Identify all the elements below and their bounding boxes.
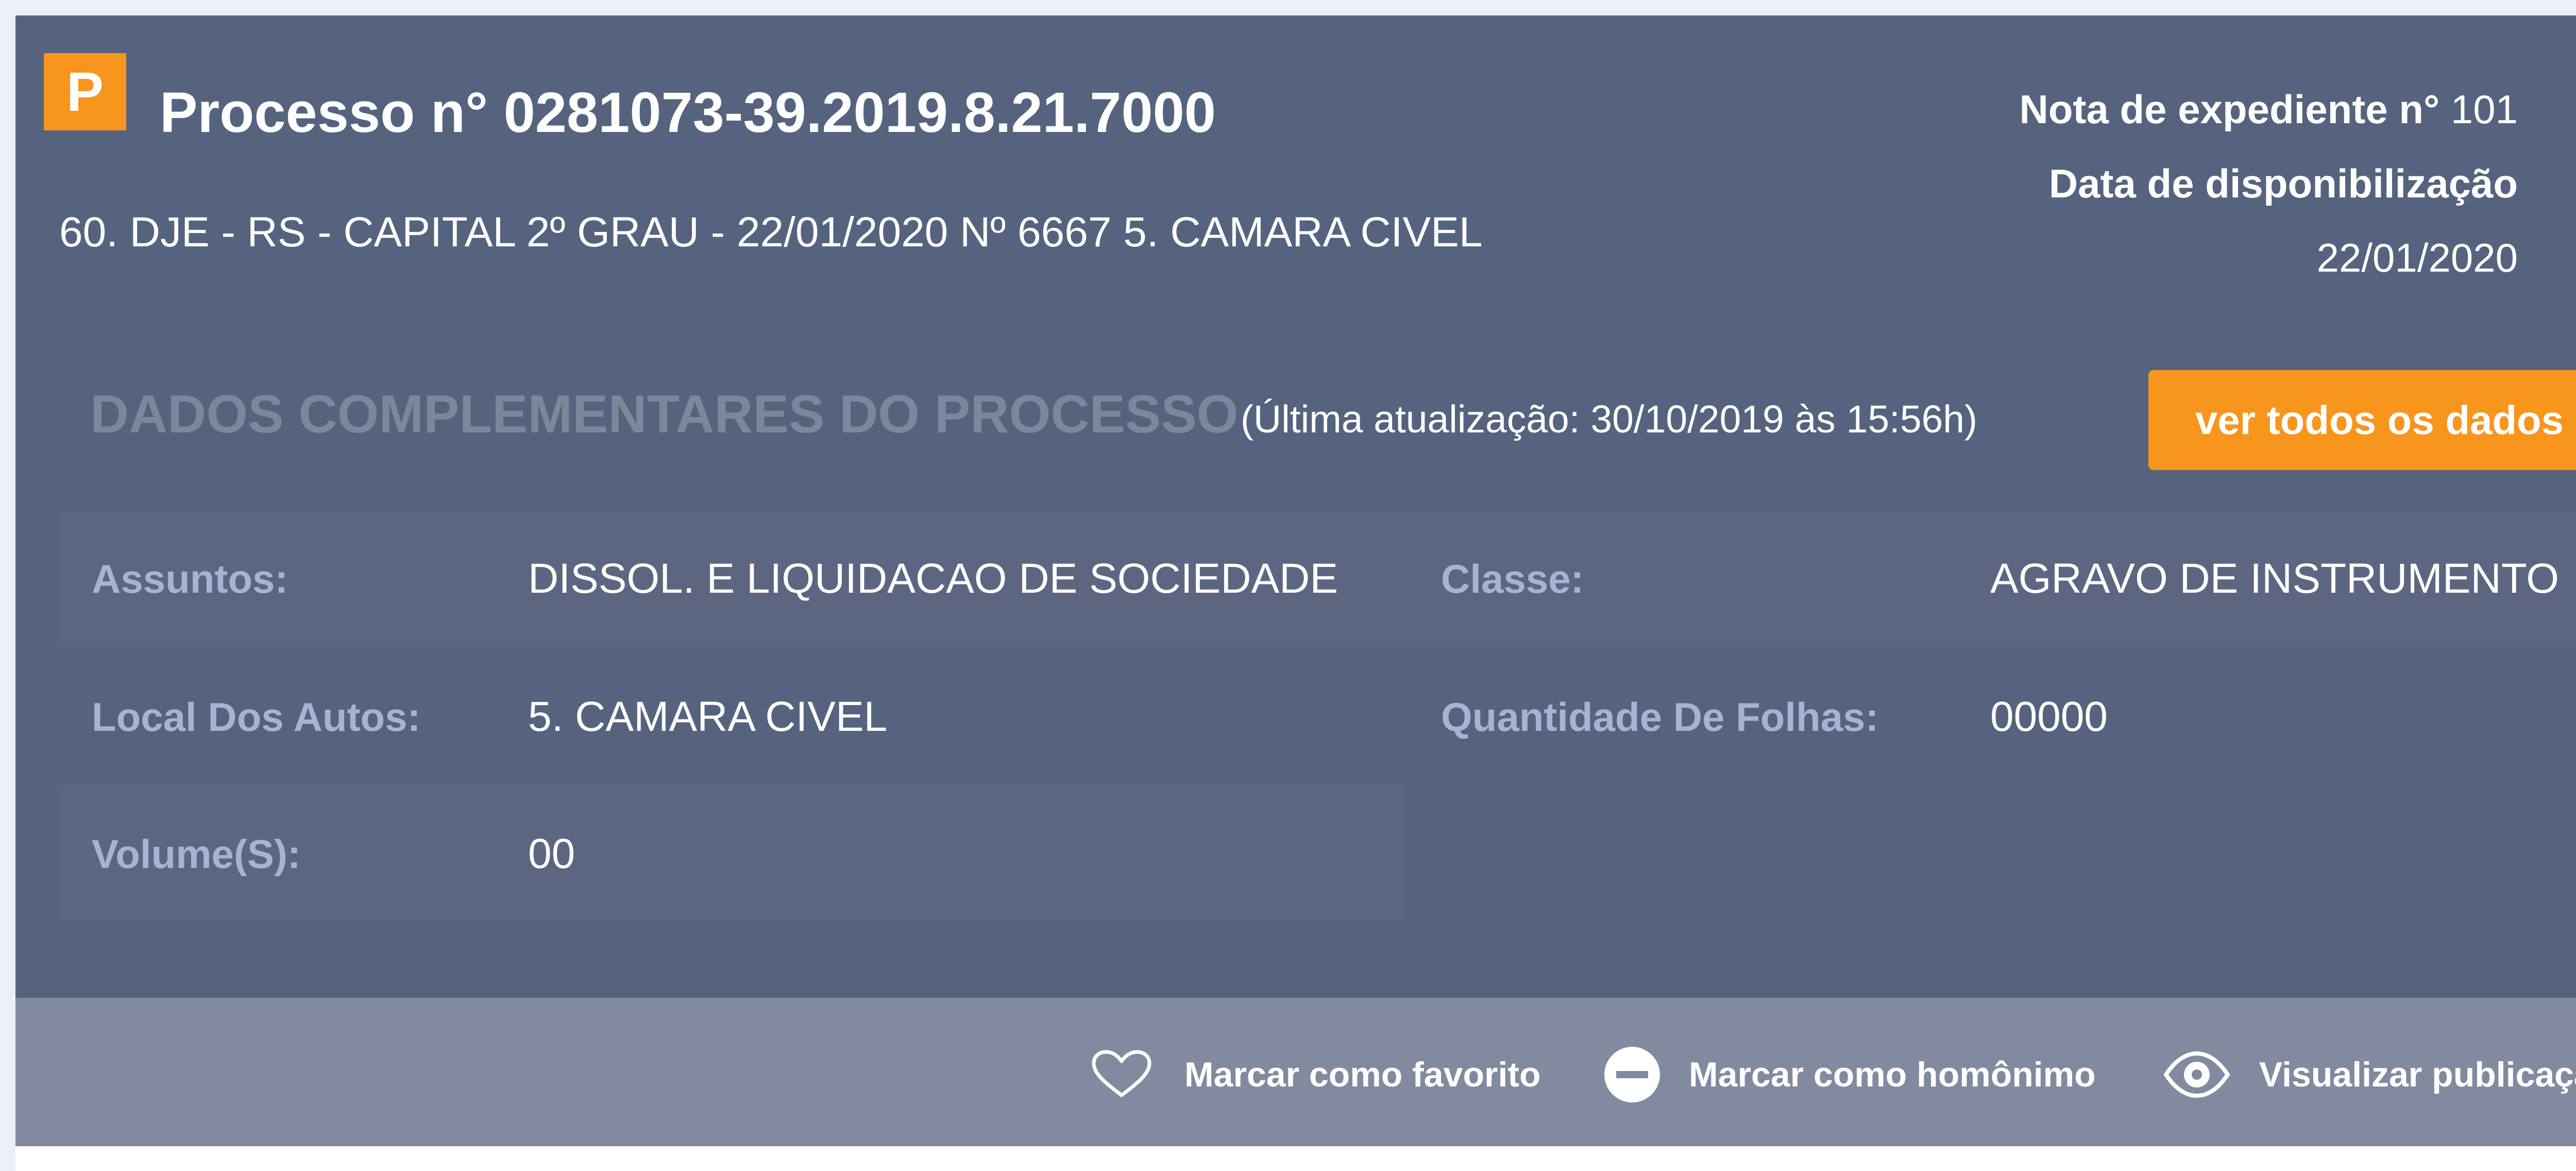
page-background-bottom: [15, 1146, 2576, 1171]
minus-circle-icon: [1604, 1047, 1660, 1102]
process-title: Processo n° 0281073-39.2019.8.21.7000: [160, 81, 1216, 144]
marcar-homonimo-button[interactable]: Marcar como homônimo: [1604, 1047, 2096, 1102]
last-update-text: (Última atualização: 30/10/2019 às 15:56…: [1240, 397, 1977, 441]
local-dos-autos-label: Local Dos Autos:: [92, 694, 421, 740]
data-disponibilizacao-value: 22/01/2020: [2316, 235, 2518, 280]
section-heading: DADOS COMPLEMENTARES DO PROCESSO (Última…: [90, 384, 1977, 445]
data-disponibilizacao-label: Data de disponibilização: [2048, 161, 2518, 206]
volume-value: 00: [528, 830, 575, 877]
assuntos-label: Assuntos:: [92, 556, 289, 601]
process-type-badge: P: [44, 53, 126, 130]
publication-source: 60. DJE - RS - CAPITAL 2º GRAU - 22/01/2…: [59, 209, 1483, 256]
quantidade-folhas-value: 00000: [1990, 693, 2108, 740]
nota-expediente-value: 101: [2450, 87, 2518, 132]
marcar-favorito-label: Marcar como favorito: [1184, 1055, 1541, 1094]
visualizar-publicacao-button[interactable]: Visualizar publicação: [2163, 1049, 2576, 1100]
visualizar-publicacao-label: Visualizar publicação: [2259, 1055, 2576, 1094]
local-dos-autos-value: 5. CAMARA CIVEL: [528, 693, 888, 740]
publication-info: Nota de expediente n° 101 Data de dispon…: [2020, 72, 2518, 295]
nota-expediente-label: Nota de expediente n°: [2019, 87, 2440, 132]
classe-value: AGRAVO DE INSTRUMENTO: [1990, 555, 2560, 602]
classe-label: Classe:: [1441, 556, 1584, 601]
volume-label: Volume(S):: [92, 831, 301, 877]
marcar-homonimo-label: Marcar como homônimo: [1689, 1055, 2096, 1094]
marcar-favorito-button[interactable]: Marcar como favorito: [1090, 1049, 1541, 1100]
eye-icon: [2164, 1051, 2230, 1098]
heart-icon: [1092, 1050, 1151, 1097]
ver-todos-os-dados-button[interactable]: ver todos os dados: [2148, 370, 2576, 470]
section-title: DADOS COMPLEMENTARES DO PROCESSO: [90, 384, 1239, 444]
assuntos-value: DISSOL. E LIQUIDACAO DE SOCIEDADE: [528, 555, 1338, 602]
quantidade-folhas-label: Quantidade De Folhas:: [1441, 694, 1879, 740]
nota-expediente: Nota de expediente n° 101: [2020, 72, 2518, 146]
